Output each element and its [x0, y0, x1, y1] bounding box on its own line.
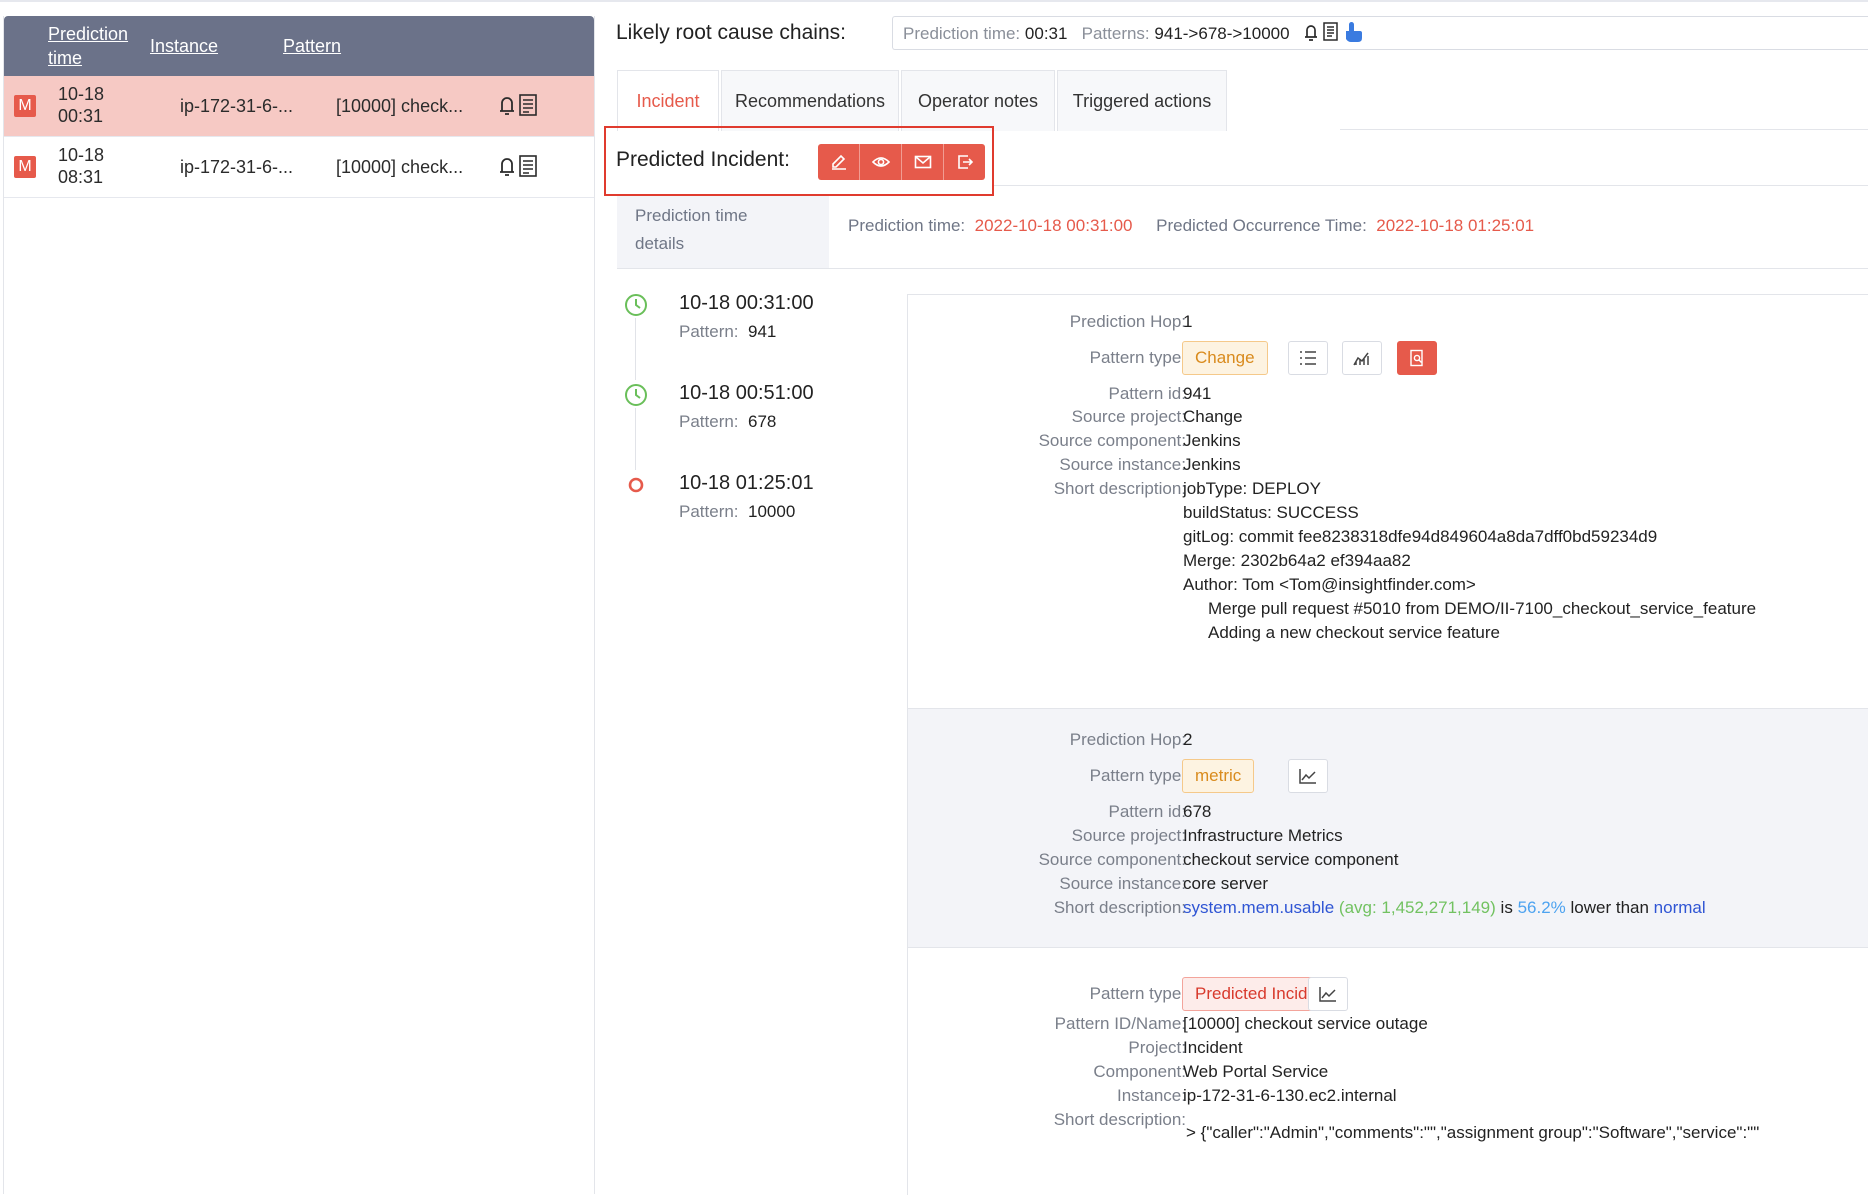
timeline-item[interactable]: 10-18 01:25:01 Pattern: 10000: [620, 470, 920, 562]
report-search-icon: [1410, 349, 1423, 367]
line-chart-button[interactable]: [1308, 977, 1348, 1011]
m-badge: M: [14, 95, 36, 117]
line-chart-button[interactable]: [1288, 759, 1328, 793]
report-button[interactable]: [1397, 341, 1437, 375]
line-chart-icon: [1299, 769, 1316, 784]
metric-name-link[interactable]: system.mem.usable: [1183, 898, 1334, 917]
timeline-item[interactable]: 10-18 00:31:00 Pattern: 941: [620, 290, 920, 382]
predicted-incident-label: Predicted Incident:: [616, 148, 790, 171]
prediction-time-details-label: Prediction time details: [617, 196, 829, 268]
line-chart-icon: [1319, 987, 1336, 1002]
view-button[interactable]: [860, 144, 902, 180]
bell-icon: [500, 97, 514, 115]
tab-incident[interactable]: Incident: [617, 70, 719, 131]
column-header-prediction-time[interactable]: Prediction time: [48, 22, 138, 70]
edit-button[interactable]: [818, 144, 860, 180]
mail-icon: [914, 155, 931, 169]
predicted-incident-actions: [818, 144, 985, 180]
root-cause-title: Likely root cause chains:: [616, 21, 846, 44]
row-pattern: [10000] check...: [336, 157, 464, 177]
root-cause-chain-selector[interactable]: Prediction time: 00:31 Patterns: 941->67…: [892, 16, 1868, 50]
pattern-type-tag: Change: [1182, 341, 1268, 375]
export-button[interactable]: [944, 144, 985, 180]
tab-triggered-actions[interactable]: Triggered actions: [1057, 70, 1227, 131]
top-divider: [0, 0, 1868, 2]
incident-row[interactable]: M 10-18 00:31 ip-172-31-6-... [10000] ch…: [4, 76, 594, 137]
export-icon: [957, 155, 973, 169]
metric-chart-button[interactable]: [1342, 341, 1382, 375]
predicted-incident-section: Pattern type: Predicted Incident Pattern…: [908, 947, 1868, 1195]
incident-list-header: Prediction time Instance Pattern: [4, 16, 594, 76]
section-divider: [994, 185, 1868, 186]
bell-icon: [500, 158, 514, 176]
pointer-icon: [1346, 22, 1363, 42]
tab-recommendations[interactable]: Recommendations: [721, 70, 899, 131]
row-instance: ip-172-31-6-...: [180, 96, 294, 116]
hop-number: 1: [1183, 312, 1193, 331]
tab-operator-notes[interactable]: Operator notes: [901, 70, 1055, 131]
timeline-item[interactable]: 10-18 00:51:00 Pattern: 678: [620, 380, 920, 472]
hop-2-section: Prediction Hop: 2 Pattern type: metric Pa…: [908, 708, 1868, 948]
report-icon: [519, 94, 537, 116]
bell-icon: [1305, 25, 1318, 41]
prediction-time-value: 2022-10-18 00:31:00: [974, 216, 1133, 235]
tab-divider: [1340, 129, 1868, 130]
m-badge: M: [14, 156, 36, 178]
prediction-time-info: Prediction time: 2022-10-18 00:31:00 Pre…: [848, 216, 1535, 235]
incident-dot-icon: [628, 477, 644, 493]
column-header-instance[interactable]: Instance: [150, 34, 218, 58]
row-pattern: [10000] check...: [336, 96, 464, 116]
report-icon: [1323, 22, 1339, 41]
edit-icon: [831, 154, 846, 170]
column-header-pattern[interactable]: Pattern: [283, 34, 341, 58]
list-button[interactable]: [1288, 341, 1328, 375]
row-time: 10-18 08:31: [58, 145, 105, 187]
clock-icon: [625, 294, 647, 316]
hop-1-section: Prediction Hop: 1 Pattern type: Change Pa…: [908, 295, 1868, 695]
row-instance: ip-172-31-6-...: [180, 157, 294, 177]
occurrence-time-value: 2022-10-18 01:25:01: [1376, 216, 1535, 235]
list-icon: [1300, 351, 1316, 365]
area-chart-icon: [1353, 352, 1369, 366]
hop-detail-panel: Prediction Hop: 1 Pattern type: Change Pa…: [907, 294, 1868, 1195]
report-icon: [519, 155, 537, 177]
incident-list-panel: Prediction time Instance Pattern M 10-18…: [3, 16, 595, 1194]
email-button[interactable]: [902, 144, 944, 180]
clock-icon: [625, 384, 647, 406]
eye-icon: [871, 157, 890, 167]
section-divider: [617, 268, 1868, 269]
incident-row[interactable]: M 10-18 08:31 ip-172-31-6-... [10000] ch…: [4, 137, 594, 198]
pattern-type-tag: metric: [1182, 759, 1255, 793]
row-time: 10-18 00:31: [58, 84, 105, 126]
incident-description-toggle[interactable]: > {"caller":"Admin","comments":"","assig…: [1186, 1119, 1759, 1147]
